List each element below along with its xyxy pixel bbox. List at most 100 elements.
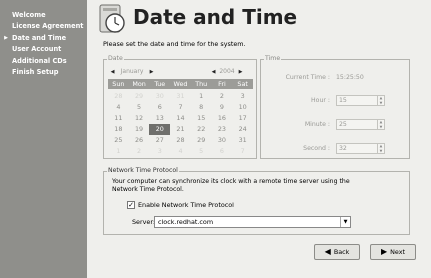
calendar-day[interactable]: 31 bbox=[232, 135, 253, 146]
calendar-day[interactable]: 26 bbox=[129, 135, 150, 146]
calendar-day[interactable]: 30 bbox=[212, 135, 233, 146]
spin-arrows-icon[interactable]: ▲ ▼ bbox=[377, 120, 384, 129]
minute-label: Minute : bbox=[304, 121, 330, 128]
weekday-label: Mon bbox=[132, 80, 146, 88]
second-row: Second : 32 ▲ ▼ bbox=[261, 143, 411, 154]
calendar-day[interactable]: 6 bbox=[212, 146, 233, 157]
calendar-day[interactable]: 29 bbox=[191, 135, 212, 146]
calendar-day[interactable]: 5 bbox=[129, 102, 150, 113]
weekday-label: Fri bbox=[218, 80, 226, 88]
calendar-day[interactable]: 8 bbox=[191, 102, 212, 113]
weekday-header: Sun Mon Tue Wed Thu Fri Sat bbox=[108, 79, 253, 89]
calendar-day[interactable]: 6 bbox=[149, 102, 170, 113]
calendar-day[interactable]: 3 bbox=[232, 91, 253, 102]
sidebar-item-user-account: User Account bbox=[0, 44, 87, 56]
ntp-description: Your computer can synchronize its clock … bbox=[112, 178, 350, 193]
calendar-day[interactable]: 19 bbox=[129, 124, 150, 135]
date-frame: Date ◀ January ▶ ◀ 2004 ▶ Sun Mon Tue Wed Th… bbox=[103, 55, 257, 159]
spin-arrows-icon[interactable]: ▲ ▼ bbox=[377, 96, 384, 105]
calendar-day[interactable]: 28 bbox=[108, 91, 129, 102]
minute-value: 25 bbox=[339, 121, 347, 128]
calendar-day[interactable]: 28 bbox=[170, 135, 191, 146]
sidebar-item-label: Welcome bbox=[12, 10, 46, 19]
calendar-day[interactable]: 13 bbox=[149, 113, 170, 124]
checkmark-icon: ✓ bbox=[128, 200, 134, 209]
ntp-enable-checkbox[interactable]: ✓ bbox=[127, 201, 135, 209]
calendar-day[interactable]: 17 bbox=[232, 113, 253, 124]
server-row: Server: clock.redhat.com ▼ bbox=[132, 216, 351, 228]
triangle-right-icon: ▶ bbox=[4, 34, 8, 41]
calendar-day[interactable]: 18 bbox=[108, 124, 129, 135]
calendar-day[interactable]: 12 bbox=[129, 113, 150, 124]
weekday-label: Sun bbox=[112, 80, 125, 88]
spin-arrows-icon[interactable]: ▲ ▼ bbox=[377, 144, 384, 153]
calendar-day[interactable]: 2 bbox=[129, 146, 150, 157]
next-month-icon[interactable]: ▶ bbox=[148, 69, 155, 75]
year-label: 2004 bbox=[219, 68, 235, 75]
calendar-day[interactable]: 30 bbox=[149, 91, 170, 102]
calendar-day[interactable]: 24 bbox=[232, 124, 253, 135]
calendar-day[interactable]: 21 bbox=[170, 124, 191, 135]
time-frame: Time Current Time : 15:25:50 Hour : 15 ▲… bbox=[260, 55, 411, 159]
current-time-row: Current Time : 15:25:50 bbox=[261, 72, 411, 83]
calendar-day[interactable]: 4 bbox=[170, 146, 191, 157]
server-combobox[interactable]: clock.redhat.com ▼ bbox=[154, 216, 351, 228]
calendar-day[interactable]: 7 bbox=[232, 146, 253, 157]
calendar-day[interactable]: 2 bbox=[212, 91, 233, 102]
next-button-label: Next bbox=[390, 248, 406, 256]
calendar-day[interactable]: 27 bbox=[149, 135, 170, 146]
chevron-down-icon[interactable]: ▼ bbox=[340, 217, 350, 227]
calendar-day[interactable]: 23 bbox=[212, 124, 233, 135]
month-selector: ◀ January ▶ bbox=[109, 67, 155, 76]
prev-month-icon[interactable]: ◀ bbox=[109, 69, 116, 75]
calendar-day[interactable]: 10 bbox=[232, 102, 253, 113]
prev-year-icon[interactable]: ◀ bbox=[210, 69, 217, 75]
calendar-day[interactable]: 4 bbox=[108, 102, 129, 113]
calendar-day[interactable]: 11 bbox=[108, 113, 129, 124]
calendar-day[interactable]: 7 bbox=[170, 102, 191, 113]
calendar-grid: 28 29 30 31 1 2 3 4 5 6 7 8 9 10 11 12 13 14 15 16 17 18 19 20 2… bbox=[108, 91, 253, 157]
second-spinbox[interactable]: 32 ▲ ▼ bbox=[336, 143, 385, 154]
back-button-label: Back bbox=[333, 248, 350, 256]
sidebar-item-label: Date and Time bbox=[12, 33, 67, 42]
back-button[interactable]: ◀ Back bbox=[314, 244, 360, 260]
sidebar-item-date-and-time: ▶ Date and Time bbox=[0, 32, 87, 44]
calendar-day[interactable]: 31 bbox=[170, 91, 191, 102]
sidebar: Welcome License Agreement ▶ Date and Time… bbox=[0, 0, 87, 278]
calendar-day[interactable]: 15 bbox=[191, 113, 212, 124]
ntp-enable-label[interactable]: Enable Network Time Protocol bbox=[138, 201, 234, 209]
sidebar-item-welcome: Welcome bbox=[0, 9, 87, 21]
current-time-label: Current Time : bbox=[285, 74, 330, 81]
calendar-day[interactable]: 25 bbox=[108, 135, 129, 146]
next-button[interactable]: ▶ Next bbox=[370, 244, 416, 260]
calendar-day[interactable]: 1 bbox=[191, 91, 212, 102]
sidebar-item-label: Additional CDs bbox=[12, 56, 67, 65]
hour-row: Hour : 15 ▲ ▼ bbox=[261, 95, 411, 106]
weekday-label: Wed bbox=[173, 80, 188, 88]
main-panel: Date and Time Please set the date and ti… bbox=[87, 0, 431, 278]
sidebar-item-label: Finish Setup bbox=[12, 68, 59, 77]
calendar-day[interactable]: 9 bbox=[212, 102, 233, 113]
page-title: Date and Time bbox=[133, 5, 298, 29]
second-value: 32 bbox=[339, 145, 347, 152]
calendar-day[interactable]: 22 bbox=[191, 124, 212, 135]
hour-spinbox[interactable]: 15 ▲ ▼ bbox=[336, 95, 385, 106]
calendar-day[interactable]: 16 bbox=[212, 113, 233, 124]
second-label: Second : bbox=[303, 145, 330, 152]
calendar-day[interactable]: 20 bbox=[149, 124, 171, 135]
calendar-day[interactable]: 5 bbox=[191, 146, 212, 157]
calendar-day[interactable]: 29 bbox=[129, 91, 150, 102]
intro-text: Please set the date and time for the sys… bbox=[103, 40, 246, 48]
weekday-label: Tue bbox=[154, 80, 166, 88]
server-value: clock.redhat.com bbox=[158, 218, 214, 226]
current-time-value: 15:25:50 bbox=[336, 74, 364, 81]
sidebar-item-license-agreement: License Agreement bbox=[0, 21, 87, 33]
minute-spinbox[interactable]: 25 ▲ ▼ bbox=[336, 119, 385, 130]
arrow-left-icon: ◀ bbox=[324, 247, 331, 256]
calendar-day[interactable]: 3 bbox=[149, 146, 170, 157]
calendar-day[interactable]: 14 bbox=[170, 113, 191, 124]
sidebar-item-additional-cds: Additional CDs bbox=[0, 55, 87, 67]
next-year-icon[interactable]: ▶ bbox=[237, 69, 244, 75]
ntp-enable-row: ✓ Enable Network Time Protocol bbox=[127, 201, 234, 209]
calendar-day[interactable]: 1 bbox=[108, 146, 129, 157]
